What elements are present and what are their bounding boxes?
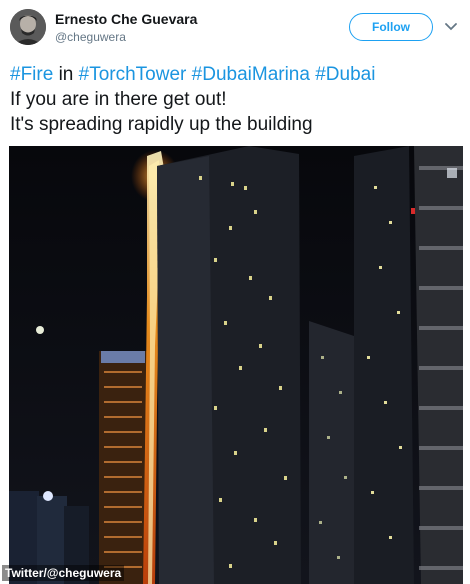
- avatar-image: [10, 9, 46, 45]
- hashtag-torchtower[interactable]: #TorchTower: [79, 64, 187, 85]
- tweet-text: #Fire in #TorchTower #DubaiMarina #Dubai…: [10, 62, 465, 137]
- tweet-line-2: If you are in there get out!: [10, 89, 227, 110]
- hashtag-dubaimarina[interactable]: #DubaiMarina: [192, 64, 310, 85]
- tweet-media-photo[interactable]: [9, 146, 463, 584]
- tweet-line-3: It's spreading rapidly up the building: [10, 114, 313, 135]
- tweet-card: Ernesto Che Guevara @cheguwera Follow #F…: [0, 0, 470, 584]
- author-handle[interactable]: @cheguwera: [55, 30, 126, 44]
- follow-button[interactable]: Follow: [349, 13, 433, 41]
- avatar[interactable]: [10, 9, 46, 45]
- photo-watermark: Twitter/@cheguwera: [2, 565, 125, 581]
- chevron-down-icon[interactable]: [444, 20, 458, 34]
- tweet-word-in: in: [53, 64, 79, 85]
- author-display-name[interactable]: Ernesto Che Guevara: [55, 11, 197, 27]
- night-skyline-fire-photo: [9, 146, 463, 584]
- tweet-line-1: #Fire in #TorchTower #DubaiMarina #Dubai: [10, 62, 465, 87]
- hashtag-fire[interactable]: #Fire: [10, 64, 53, 85]
- hashtag-dubai[interactable]: #Dubai: [315, 64, 375, 85]
